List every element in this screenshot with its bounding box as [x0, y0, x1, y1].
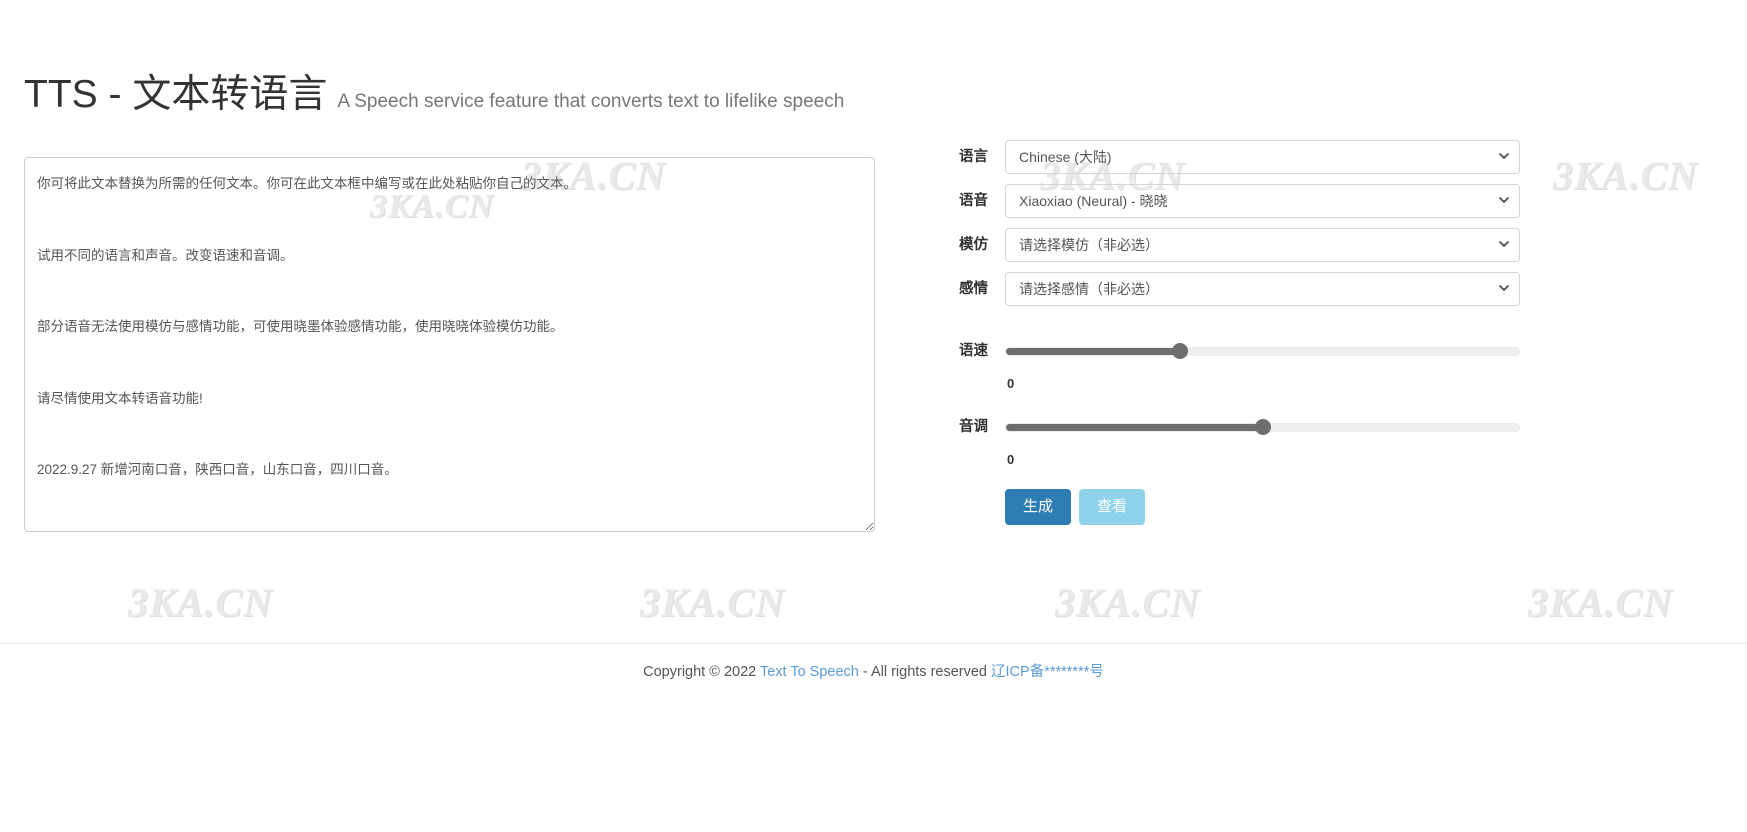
watermark: 3KA.CN — [1528, 580, 1673, 625]
voice-select[interactable]: Xiaoxiao (Neural) - 晓晓 — [1005, 184, 1520, 218]
watermark: 3KA.CN — [1553, 153, 1698, 198]
imitation-control: 请选择模仿（非必选） — [1005, 228, 1520, 262]
rate-slider-track[interactable] — [1005, 343, 1520, 359]
footer-icp-link[interactable]: 辽ICP备********号 — [991, 664, 1104, 680]
pitch-row: 音调 — [900, 410, 1520, 444]
rate-slider[interactable] — [1005, 334, 1520, 368]
rate-value: 0 — [1007, 375, 1015, 391]
pitch-slider[interactable] — [1005, 410, 1520, 444]
pitch-value-row: 0 — [900, 444, 1520, 468]
tts-options-form: 语言 Chinese (大陆) 语音 Xiaoxiao (Neural) - 晓… — [900, 140, 1520, 534]
footer-brand-link[interactable]: Text To Speech — [760, 664, 859, 680]
voice-control: Xiaoxiao (Neural) - 晓晓 — [1005, 184, 1520, 218]
watermark: 3KA.CN — [640, 580, 785, 625]
view-button[interactable]: 查看 — [1079, 488, 1146, 526]
rate-label: 语速 — [959, 343, 988, 359]
language-row: 语言 Chinese (大陆) — [900, 140, 1520, 174]
emotion-select[interactable]: 请选择感情（非必选） — [1005, 272, 1520, 306]
emotion-control: 请选择感情（非必选） — [1005, 272, 1520, 306]
imitation-select[interactable]: 请选择模仿（非必选） — [1005, 228, 1520, 262]
page-header: TTS - 文本转语言 A Speech service feature tha… — [24, 73, 845, 117]
emotion-row: 感情 请选择感情（非必选） — [900, 272, 1520, 306]
pitch-slider-fill — [1006, 423, 1263, 431]
pitch-slider-thumb[interactable] — [1254, 419, 1271, 435]
footer-copyright: Copyright © 2022 — [643, 664, 760, 680]
rate-row: 语速 — [900, 334, 1520, 368]
rate-slider-fill — [1006, 347, 1181, 355]
pitch-value: 0 — [1007, 451, 1015, 467]
page-subtitle: A Speech service feature that converts t… — [337, 91, 845, 112]
voice-label: 语音 — [959, 193, 988, 209]
rate-value-row: 0 — [900, 368, 1520, 392]
footer: Copyright © 2022 Text To Speech - All ri… — [0, 660, 1747, 681]
text-input-area — [24, 157, 875, 532]
rate-value-control: 0 — [1005, 370, 1520, 391]
footer-rights: - All rights reserved — [858, 664, 992, 680]
pitch-control — [1005, 410, 1520, 444]
tts-page: 3KA.CN 3KA.CN 3KA.CN 3KA.CN 3KA.CN 3KA.C… — [0, 0, 1747, 832]
pitch-value-control: 0 — [1005, 446, 1520, 467]
emotion-label: 感情 — [959, 281, 988, 297]
watermark: 3KA.CN — [1055, 580, 1200, 625]
page-title: TTS - 文本转语言 — [24, 73, 328, 116]
language-select[interactable]: Chinese (大陆) — [1005, 140, 1520, 174]
rate-control — [1005, 334, 1520, 368]
imitation-label: 模仿 — [959, 237, 988, 253]
pitch-slider-track[interactable] — [1005, 419, 1520, 435]
footer-divider — [0, 643, 1747, 644]
action-buttons-row: 生成 查看 — [900, 488, 1520, 526]
generate-button[interactable]: 生成 — [1005, 488, 1072, 526]
rate-slider-thumb[interactable] — [1172, 343, 1189, 359]
buttons-control: 生成 查看 — [1005, 488, 1520, 526]
imitation-row: 模仿 请选择模仿（非必选） — [900, 228, 1520, 262]
pitch-label: 音调 — [959, 419, 988, 435]
watermark: 3KA.CN — [128, 580, 273, 625]
voice-row: 语音 Xiaoxiao (Neural) - 晓晓 — [900, 184, 1520, 218]
tts-text-input[interactable] — [24, 157, 875, 532]
language-control: Chinese (大陆) — [1005, 140, 1520, 174]
language-label: 语言 — [959, 149, 988, 165]
